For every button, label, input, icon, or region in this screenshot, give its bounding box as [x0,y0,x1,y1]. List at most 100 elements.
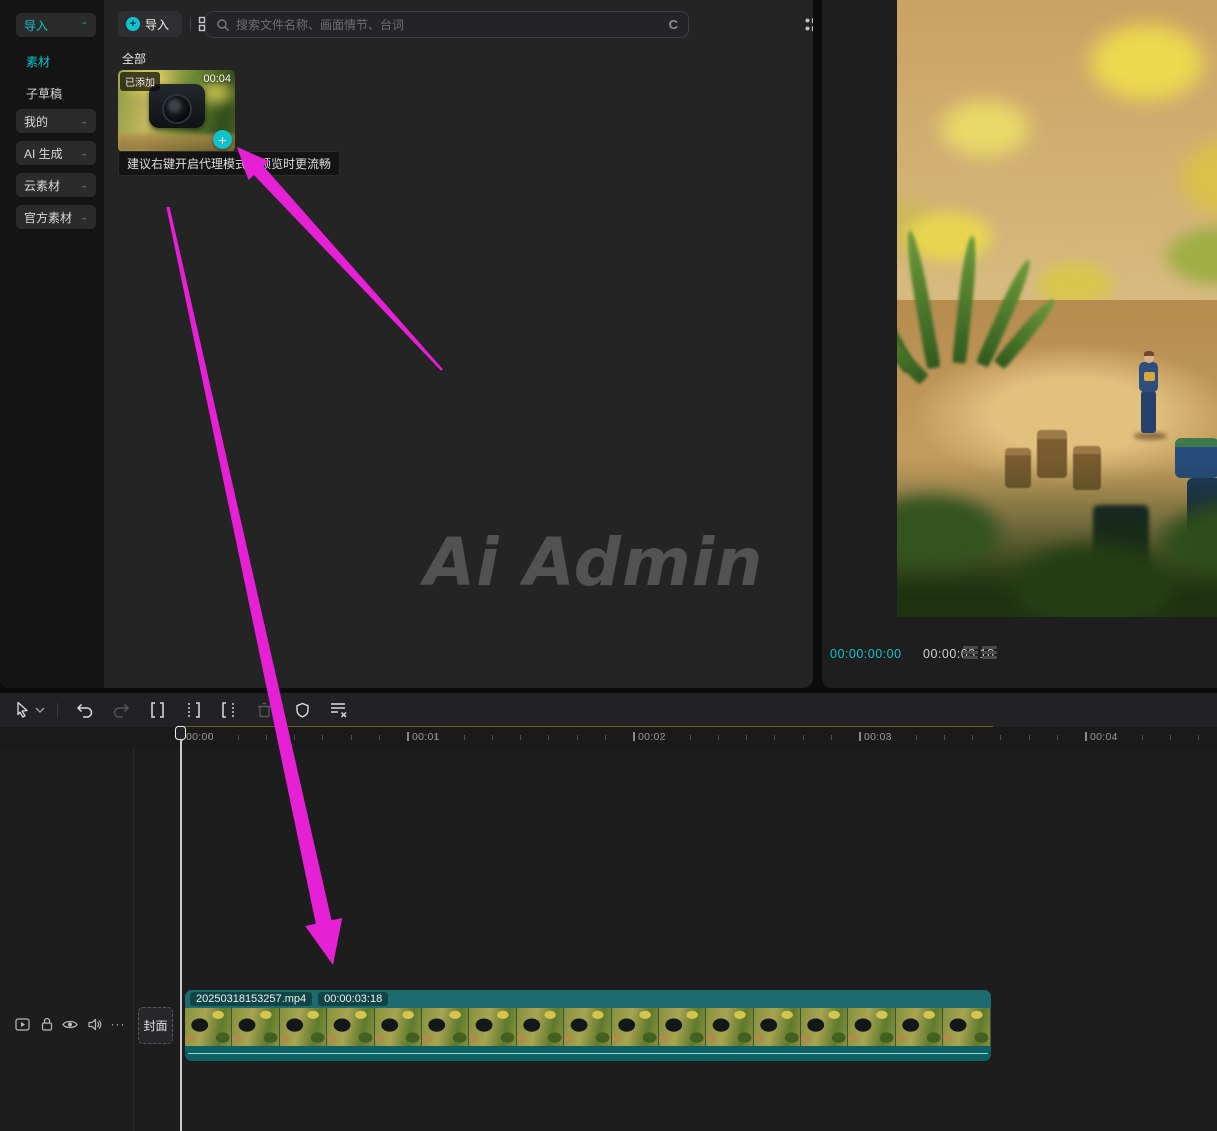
clip-audio-band [185,1046,991,1061]
sidebar-item-subdraft[interactable]: 子草稿 [16,81,96,105]
timeline-toolbar [0,693,1217,727]
filmstrip-frame [659,1008,706,1046]
clip-duration: 00:00:03:18 [318,992,388,1006]
speaker-icon[interactable] [86,1015,104,1033]
lock-icon[interactable] [38,1015,56,1033]
sidebar-item-official-material[interactable]: 官方素材 ⌄ [16,205,96,229]
layout-list-icon[interactable] [982,646,997,662]
undo-button[interactable] [73,698,97,722]
delete-left-button[interactable] [181,698,205,722]
ruler-minor-tick [1057,735,1058,740]
chevron-down-icon: ⌄ [80,149,88,158]
ruler-minor-tick [605,735,606,740]
filmstrip-frame [232,1008,279,1046]
sidebar-item-cloud-material[interactable]: 云素材 ⌄ [16,173,96,197]
clip-filmstrip [185,1008,991,1046]
chevron-up-icon: ⌃ [80,21,88,30]
refresh-icon[interactable]: C [669,17,678,32]
ruler-minor-tick [774,735,775,740]
main-track-icon[interactable] [13,1015,31,1033]
add-to-timeline-button[interactable]: + [213,130,232,149]
ruler-minor-tick [1170,735,1171,740]
more-options-icon[interactable]: ··· [109,1015,127,1033]
playhead-handle[interactable] [175,726,186,740]
preview-panel: 00:00:00:00 00:00:03:18 [822,0,1217,688]
library-sidebar: 导入 ⌃ 素材 子草稿 我的 ⌄ AI 生成 ⌄ 云素材 ⌄ 官方素材 [0,0,104,688]
ruler-major-tick [633,732,635,741]
delete-button[interactable] [252,698,276,722]
clip-header: 20250318153257.mp4 00:00:03:18 [185,990,991,1008]
ruler-minor-tick [379,735,380,740]
ruler-minor-tick [294,735,295,740]
ruler-minor-tick [1142,735,1143,740]
cover-button[interactable]: 封面 [138,1007,173,1044]
import-button-label: 导入 [145,16,169,33]
ruler-minor-tick [435,735,436,740]
media-card[interactable]: 已添加 00:04 + [118,70,235,152]
sidebar-item-ai-generate[interactable]: AI 生成 ⌄ [16,141,96,165]
library-toolbar: + 导入 C [104,0,813,48]
visibility-eye-icon[interactable] [61,1015,79,1033]
ruler-major-tick [859,732,861,741]
select-tool-button[interactable] [10,698,34,722]
ruler-minor-tick [492,735,493,740]
track-header-divider [133,748,134,1131]
top-section: 导入 ⌃ 素材 子草稿 我的 ⌄ AI 生成 ⌄ 云素材 ⌄ 官方素材 [0,0,1217,693]
ruler-minor-tick [916,735,917,740]
quality-list-icon[interactable] [963,646,978,662]
timeline-section: 00:0000:0100:0200:0300:04 [0,693,1217,1131]
proxy-mode-tooltip: 建议右键开启代理模式，预览时更流畅 [118,151,340,176]
import-button[interactable]: + 导入 [118,11,182,37]
redo-button[interactable] [109,698,133,722]
filmstrip-frame [801,1008,848,1046]
sidebar-item-label: 素材 [26,53,50,70]
chevron-down-icon: ⌄ [80,213,88,222]
media-library-panel: 导入 ⌃ 素材 子草稿 我的 ⌄ AI 生成 ⌄ 云素材 ⌄ 官方素材 [0,0,813,688]
ruler-minor-tick [577,735,578,740]
added-badge: 已添加 [120,72,160,91]
filmstrip-frame [422,1008,469,1046]
filmstrip-frame [280,1008,327,1046]
filmstrip-frame [848,1008,895,1046]
ruler-minor-tick [1000,735,1001,740]
video-clip[interactable]: 20250318153257.mp4 00:00:03:18 [185,990,991,1061]
view-grid-icon[interactable] [801,12,813,36]
sidebar-item-label: 子草稿 [26,85,62,102]
ruler-minor-tick [944,735,945,740]
ruler-minor-tick [209,735,210,740]
ruler-minor-tick [661,735,662,740]
sidebar-item-label: AI 生成 [24,145,63,162]
search-input[interactable] [236,18,663,32]
divider [57,703,58,717]
preview-video[interactable] [897,0,1217,617]
filmstrip-frame [612,1008,659,1046]
sidebar-item-material[interactable]: 素材 [16,49,96,73]
ruler-minor-tick [266,735,267,740]
ruler-minor-tick [690,735,691,740]
delete-right-button[interactable] [216,698,240,722]
split-button[interactable] [145,698,169,722]
watermark: Ai Admin [424,524,763,601]
clear-marks-button[interactable] [325,698,353,722]
playhead-line[interactable] [180,739,182,1131]
ruler-major-tick [407,732,409,741]
select-tool-chevron-icon[interactable] [33,698,47,722]
miniature-figure [1135,352,1163,457]
sidebar-item-mine[interactable]: 我的 ⌄ [16,109,96,133]
ruler-minor-tick [887,735,888,740]
clip-filename: 20250318153257.mp4 [190,992,312,1006]
ruler-minor-tick [351,735,352,740]
ruler-minor-tick [718,735,719,740]
search-bar: C [205,11,689,38]
sidebar-item-label: 云素材 [24,177,60,194]
tab-all-materials[interactable]: 全部 [122,50,146,67]
preview-footer: 00:00:00:00 00:00:03:18 [822,617,1217,688]
ruler-minor-tick [803,735,804,740]
sidebar-item-import[interactable]: 导入 ⌃ [16,13,96,37]
search-icon [216,18,230,32]
ruler-minor-tick [972,735,973,740]
ruler-minor-tick [520,735,521,740]
mask-shield-button[interactable] [290,698,314,722]
current-timecode: 00:00:00:00 [830,647,902,661]
ruler-minor-tick [1029,735,1030,740]
